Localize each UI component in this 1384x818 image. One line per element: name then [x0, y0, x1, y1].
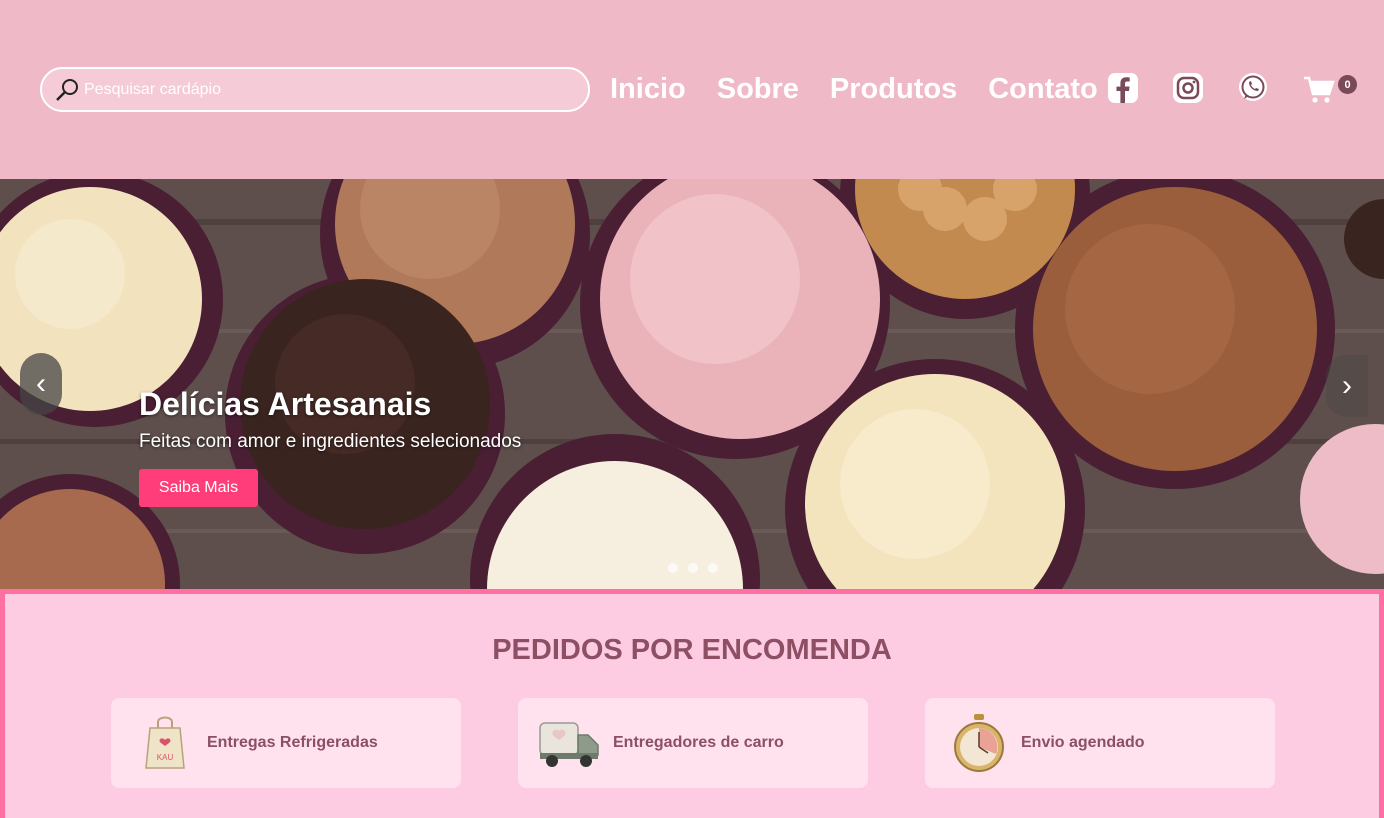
saiba-mais-button[interactable]: Saiba Mais — [139, 469, 258, 507]
facebook-icon[interactable] — [1107, 72, 1139, 104]
section-title: PEDIDOS POR ENCOMENDA — [492, 634, 892, 666]
carousel-dot-2[interactable] — [688, 563, 698, 573]
hero-carousel: ‹ › — [0, 179, 1384, 589]
search-input[interactable] — [84, 80, 564, 99]
carousel-dot-3[interactable] — [708, 563, 718, 573]
search-icon — [56, 78, 78, 101]
main-nav: Inicio Sobre Produtos Contato — [610, 70, 1129, 108]
stopwatch-icon — [947, 711, 1011, 775]
nav-inicio[interactable]: Inicio — [610, 70, 686, 108]
carousel-dot-1[interactable] — [668, 563, 678, 573]
cart-icon[interactable] — [1302, 72, 1336, 106]
feature-label: Entregadores de carro — [613, 734, 784, 751]
instagram-icon[interactable] — [1172, 72, 1204, 104]
svg-text:KAU: KAU — [157, 753, 174, 762]
nav-produtos[interactable]: Produtos — [830, 70, 957, 108]
feature-label: Envio agendado — [1021, 734, 1145, 751]
feature-label: Entregas Refrigeradas — [207, 734, 378, 751]
truck-icon — [538, 711, 600, 775]
nav-sobre[interactable]: Sobre — [717, 70, 799, 108]
hero-image — [0, 179, 1384, 589]
whatsapp-icon[interactable] — [1237, 72, 1269, 104]
carousel-prev-button[interactable]: ‹ — [20, 353, 62, 415]
search-box[interactable] — [40, 67, 590, 112]
hero-subtitle: Feitas com amor e ingredientes seleciona… — [139, 431, 522, 452]
nav-contato[interactable]: Contato — [988, 70, 1098, 108]
feature-card-refrigeradas: KAU Entregas Refrigeradas — [111, 698, 461, 788]
feature-card-carro: Entregadores de carro — [518, 698, 868, 788]
bag-icon: KAU — [133, 711, 197, 775]
carousel-next-button[interactable]: › — [1326, 355, 1368, 417]
site-header: Inicio Sobre Produtos Contato — [0, 0, 1384, 179]
feature-card-agendado: Envio agendado — [925, 698, 1275, 788]
hero-title: Delícias Artesanais — [139, 386, 432, 422]
cart-count-badge: 0 — [1338, 75, 1357, 94]
